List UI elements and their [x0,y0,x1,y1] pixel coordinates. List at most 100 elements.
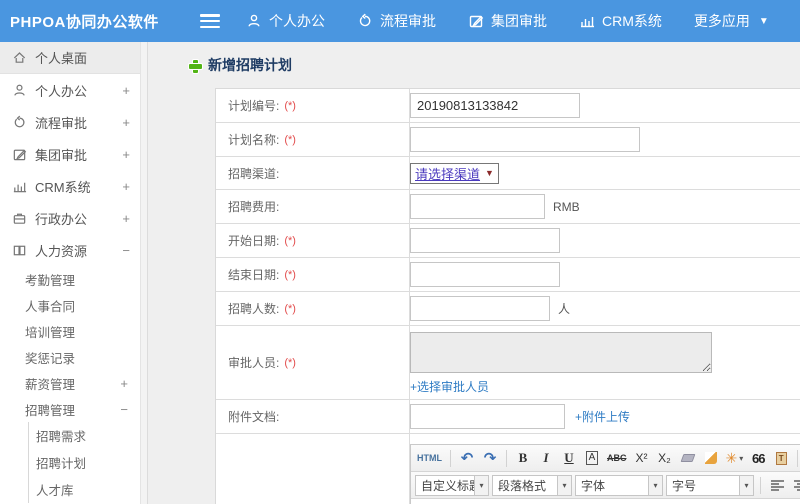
briefcase-icon [13,213,26,224]
channel-select[interactable]: 请选择渠道 ▼ [410,162,499,184]
sidebar-item-group-approval[interactable]: 集团审批 + [0,138,140,170]
form-row-content: HTML ↶ ↷ B I U A ABC X² X₂ ✳ ▾ 66 T 自定义标… [216,434,800,504]
required-mark: (*) [284,133,296,146]
plan-no-input[interactable] [410,93,580,118]
bar-chart-icon [581,17,594,28]
eraser-icon[interactable] [678,448,698,468]
top-nav: 个人办公 流程审批 集团审批 CRM系统 更多应用 ▼ [246,11,769,31]
font-family-combo[interactable]: 字体 ▾ [575,474,663,496]
bold-button[interactable]: B [513,448,533,468]
approvers-textarea[interactable] [410,332,712,373]
redo-icon[interactable]: ↷ [480,448,500,468]
caret-down-icon: ▾ [474,475,488,495]
align-left-icon[interactable] [767,475,787,495]
headcount-input[interactable] [410,296,550,321]
nav-crm-system[interactable]: CRM系统 [579,11,662,31]
sidebar-item-recruit-plan[interactable]: 招聘计划 [29,449,140,476]
field-label: 招聘人数: [228,302,280,316]
required-mark: (*) [284,356,296,369]
sidebar: 个人桌面 个人办公 + 流程审批 + 集团审批 + CRM系统 + 行政办公 +… [0,42,140,504]
fee-input[interactable] [410,194,545,219]
custom-title-combo[interactable]: 自定义标题▾ [415,474,489,496]
caret-down-icon: ▾ [648,475,662,495]
nav-more-apps[interactable]: 更多应用 ▼ [694,11,769,31]
sidebar-item-process-approval[interactable]: 流程审批 + [0,106,140,138]
bar-chart-icon [13,182,27,192]
expand-icon[interactable]: + [122,211,130,226]
sidebar-scrollbar[interactable] [140,42,148,504]
field-label: 招聘费用: [228,200,280,214]
underline-button[interactable]: U [559,448,579,468]
form-row-attachment: 附件文档: +附件上传 [216,400,800,434]
caret-down-icon: ▼ [758,15,769,27]
font-size-combo[interactable]: 字号 ▾ [666,474,754,496]
expand-icon[interactable]: + [122,83,130,98]
add-icon [188,58,203,74]
sidebar-item-hr-contract[interactable]: 人事合同 [0,292,140,318]
expand-icon[interactable]: + [122,179,130,194]
source-code-button[interactable]: HTML [415,448,444,468]
strikethrough-button[interactable]: ABC [605,448,629,468]
sidebar-item-training[interactable]: 培训管理 [0,318,140,344]
form-row-start-date: 开始日期: (*) [216,224,800,258]
sidebar-item-recruit-mgmt[interactable]: 招聘管理 − [0,396,140,422]
start-date-input[interactable] [410,228,560,253]
person-icon [14,84,25,96]
sidebar-item-rewards[interactable]: 奖惩记录 [0,344,140,370]
sidebar-item-salary[interactable]: 薪资管理 + [0,370,140,396]
sidebar-item-recruit-demand[interactable]: 招聘需求 [29,422,140,449]
sidebar-item-talent-pool[interactable]: 人才库 [29,476,140,503]
sidebar-item-personal-office[interactable]: 个人办公 + [0,74,140,106]
form-row-plan-name: 计划名称: (*) [216,123,800,157]
italic-button[interactable]: I [536,448,556,468]
choose-approvers-link[interactable]: +选择审批人员 [410,378,489,395]
nav-process-approval[interactable]: 流程审批 [357,11,436,31]
form-row-channel: 招聘渠道: 请选择渠道 ▼ [216,157,800,190]
edit-icon [469,15,484,28]
plan-name-input[interactable] [410,127,640,152]
clear-format-brush-icon[interactable] [701,448,721,468]
headcount-unit: 人 [558,302,571,316]
subscript-button[interactable]: X₂ [655,448,675,468]
person-icon [248,14,260,27]
top-bar: PHPOA协同办公软件 个人办公 流程审批 集团审批 CRM系统 更多应用 ▼ [0,0,800,42]
editor-content-area[interactable] [411,499,800,504]
nav-group-approval[interactable]: 集团审批 [468,11,547,31]
fee-unit: RMB [553,199,580,214]
field-label: 计划编号: [228,99,280,113]
sidebar-item-attendance[interactable]: 考勤管理 [0,266,140,292]
attachment-input[interactable] [410,404,565,429]
recruit-plan-form: 计划编号: (*) 计划名称: (*) 招聘渠道: 请选择渠道 ▼ 招聘费用: [215,88,800,504]
undo-icon[interactable]: ↶ [457,448,477,468]
book-icon [13,245,26,255]
collapse-icon[interactable]: − [120,402,128,417]
attachment-upload-link[interactable]: +附件上传 [575,408,630,425]
format-painter-icon[interactable]: ✳ ▾ [724,448,746,468]
paragraph-format-combo[interactable]: 段落格式 ▾ [492,474,572,496]
sidebar-item-desktop[interactable]: 个人桌面 [0,42,140,74]
align-center-icon[interactable] [790,475,800,495]
hamburger-menu-icon[interactable] [200,14,220,28]
form-row-fee: 招聘费用: RMB [216,190,800,224]
form-row-plan-no: 计划编号: (*) [216,89,800,123]
end-date-input[interactable] [410,262,560,287]
sidebar-item-hr[interactable]: 人力资源 − [0,234,140,266]
nav-personal-office[interactable]: 个人办公 [246,11,325,31]
rich-text-editor: HTML ↶ ↷ B I U A ABC X² X₂ ✳ ▾ 66 T 自定义标… [410,444,800,504]
edit-icon [13,149,27,160]
blockquote-button[interactable]: 66 [748,448,768,468]
field-label: 结束日期: [228,268,280,282]
superscript-button[interactable]: X² [632,448,652,468]
sidebar-item-crm[interactable]: CRM系统 + [0,170,140,202]
collapse-icon[interactable]: − [122,243,130,258]
required-mark: (*) [284,234,296,247]
process-icon [14,115,25,127]
paste-icon[interactable]: T [771,448,791,468]
field-label: 计划名称: [228,133,280,147]
field-label: 开始日期: [228,234,280,248]
expand-icon[interactable]: + [120,376,128,391]
char-border-button[interactable]: A [585,451,599,465]
expand-icon[interactable]: + [122,115,130,130]
sidebar-item-admin-office[interactable]: 行政办公 + [0,202,140,234]
expand-icon[interactable]: + [122,147,130,162]
